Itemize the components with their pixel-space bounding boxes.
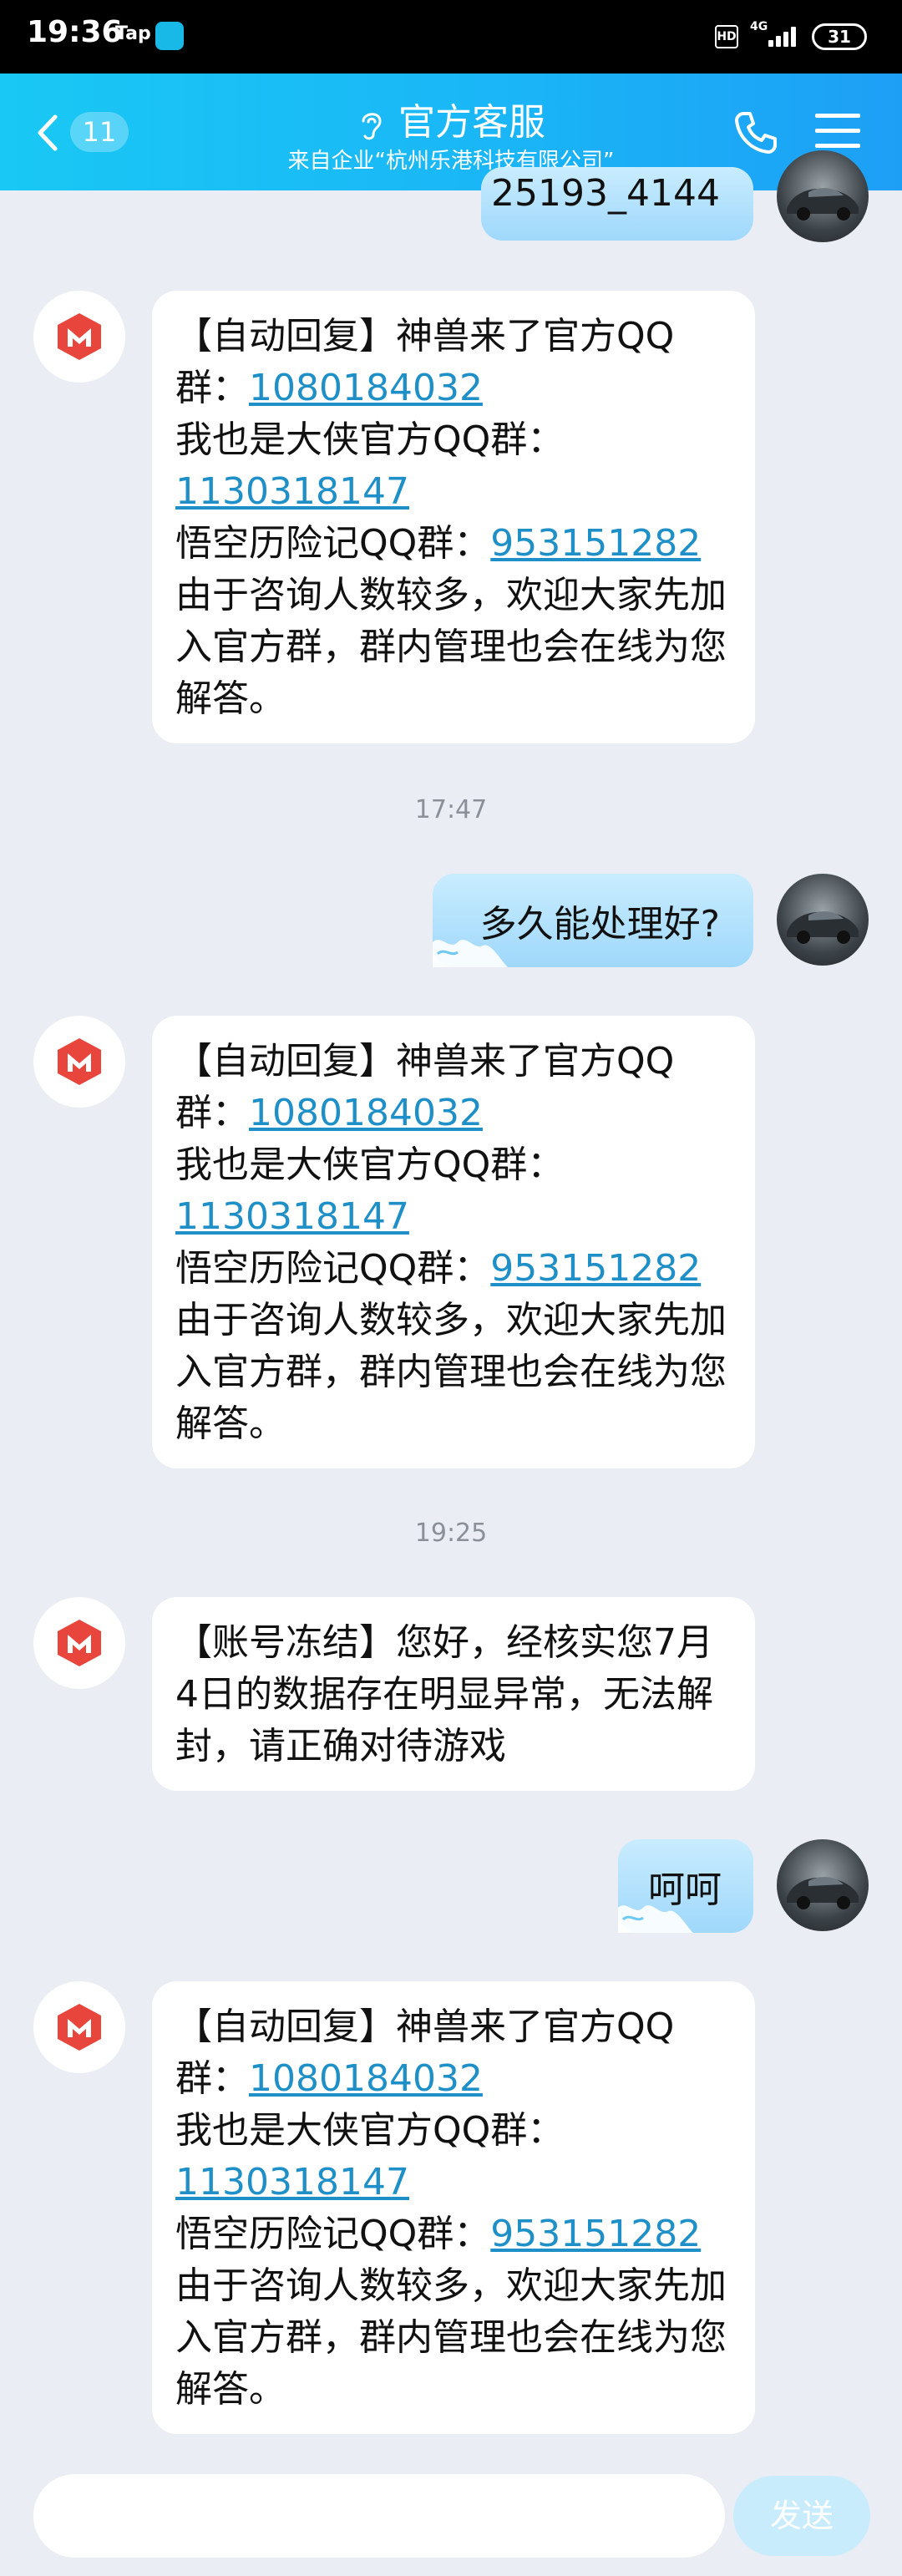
auto-reply-line: 我也是大侠官方QQ群： [175, 418, 565, 461]
auto-reply-line: 悟空历险记QQ群： [175, 522, 491, 565]
message-text: 呵呵 [648, 1869, 722, 1911]
bot-logo-icon [58, 1038, 101, 1085]
tap-app-icon: Tap [115, 23, 151, 44]
message-input[interactable] [33, 2474, 725, 2558]
menu-icon[interactable] [815, 112, 860, 150]
qq-group-link[interactable]: 953151282 [490, 2213, 701, 2255]
bot-message-bubble: 【自动回复】神兽来了官方QQ群：1080184032 我也是大侠官方QQ群： 1… [152, 291, 755, 743]
user-avatar[interactable] [777, 1839, 869, 1931]
user-message-bubble: 多久能处理好? [433, 874, 753, 967]
bot-logo-icon [58, 313, 101, 360]
bot-avatar[interactable] [33, 1981, 125, 2073]
auto-reply-line: 我也是大侠官方QQ群： [175, 2109, 565, 2152]
auto-reply-note: 由于咨询人数较多，欢迎大家先加入官方群，群内管理也会在线为您解答。 [175, 1299, 727, 1445]
qq-group-link[interactable]: 1130318147 [175, 1195, 409, 1238]
bot-message-bubble: 【自动回复】神兽来了官方QQ群：1080184032 我也是大侠官方QQ群： 1… [152, 1981, 755, 2434]
qq-group-link[interactable]: 1080184032 [249, 367, 483, 409]
ear-icon [362, 113, 382, 140]
timestamp: 19:25 [414, 1519, 488, 1548]
user-avatar[interactable] [777, 874, 869, 966]
bot-logo-icon [58, 1620, 101, 1666]
auto-reply-line: 我也是大侠官方QQ群： [175, 1143, 565, 1186]
qq-group-link[interactable]: 953151282 [490, 1247, 701, 1290]
network-type: 4G [750, 20, 768, 33]
battery-icon: 31 [812, 23, 867, 50]
message-text: 25193_4144 [491, 172, 720, 215]
auto-reply-line: 悟空历险记QQ群： [175, 1247, 491, 1290]
qq-group-link[interactable]: 1130318147 [175, 2161, 409, 2203]
bot-avatar[interactable] [33, 291, 125, 383]
status-time: 19:36 [27, 15, 123, 49]
status-bar: 19:36 Tap HD 4G 31 [0, 0, 902, 74]
app-notification-icon [155, 22, 184, 50]
user-message-bubble: 25193_4144 [481, 167, 753, 241]
qq-group-link[interactable]: 1080184032 [249, 1092, 483, 1134]
input-bar: 发送 [0, 2457, 902, 2576]
bot-message-bubble: 【账号冻结】您好，经核实您7月4日的数据存在明显异常，无法解封，请正确对待游戏 [152, 1597, 755, 1791]
user-avatar[interactable] [777, 150, 869, 242]
freeze-notice-text: 【账号冻结】您好，经核实您7月4日的数据存在明显异常，无法解封，请正确对待游戏 [175, 1621, 713, 1767]
bot-message-bubble: 【自动回复】神兽来了官方QQ群：1080184032 我也是大侠官方QQ群： 1… [152, 1016, 755, 1468]
bot-logo-icon [58, 2004, 101, 2051]
hd-voice-icon: HD [715, 25, 738, 48]
auto-reply-note: 由于咨询人数较多，欢迎大家先加入官方群，群内管理也会在线为您解答。 [175, 574, 727, 720]
bot-avatar[interactable] [33, 1016, 125, 1108]
timestamp: 17:47 [414, 795, 488, 824]
phone-icon[interactable] [732, 109, 780, 157]
qq-group-link[interactable]: 1130318147 [175, 470, 409, 513]
user-message-bubble: 呵呵 [618, 1839, 753, 1933]
car-icon [787, 911, 859, 944]
bot-avatar[interactable] [33, 1597, 125, 1689]
message-text: 多久能处理好? [479, 903, 720, 946]
signal-icon [768, 25, 802, 47]
car-icon [787, 1877, 859, 1909]
auto-reply-line: 悟空历险记QQ群： [175, 2213, 491, 2255]
chat-title-text: 官方客服 [398, 101, 545, 144]
chat-header: 11 官方客服 来自企业“杭州乐港科技有限公司” [0, 74, 902, 190]
qq-group-link[interactable]: 953151282 [490, 522, 701, 565]
car-icon [787, 188, 859, 221]
send-button[interactable]: 发送 [733, 2476, 870, 2556]
auto-reply-note: 由于咨询人数较多，欢迎大家先加入官方群，群内管理也会在线为您解答。 [175, 2264, 727, 2411]
qq-group-link[interactable]: 1080184032 [249, 2057, 483, 2100]
